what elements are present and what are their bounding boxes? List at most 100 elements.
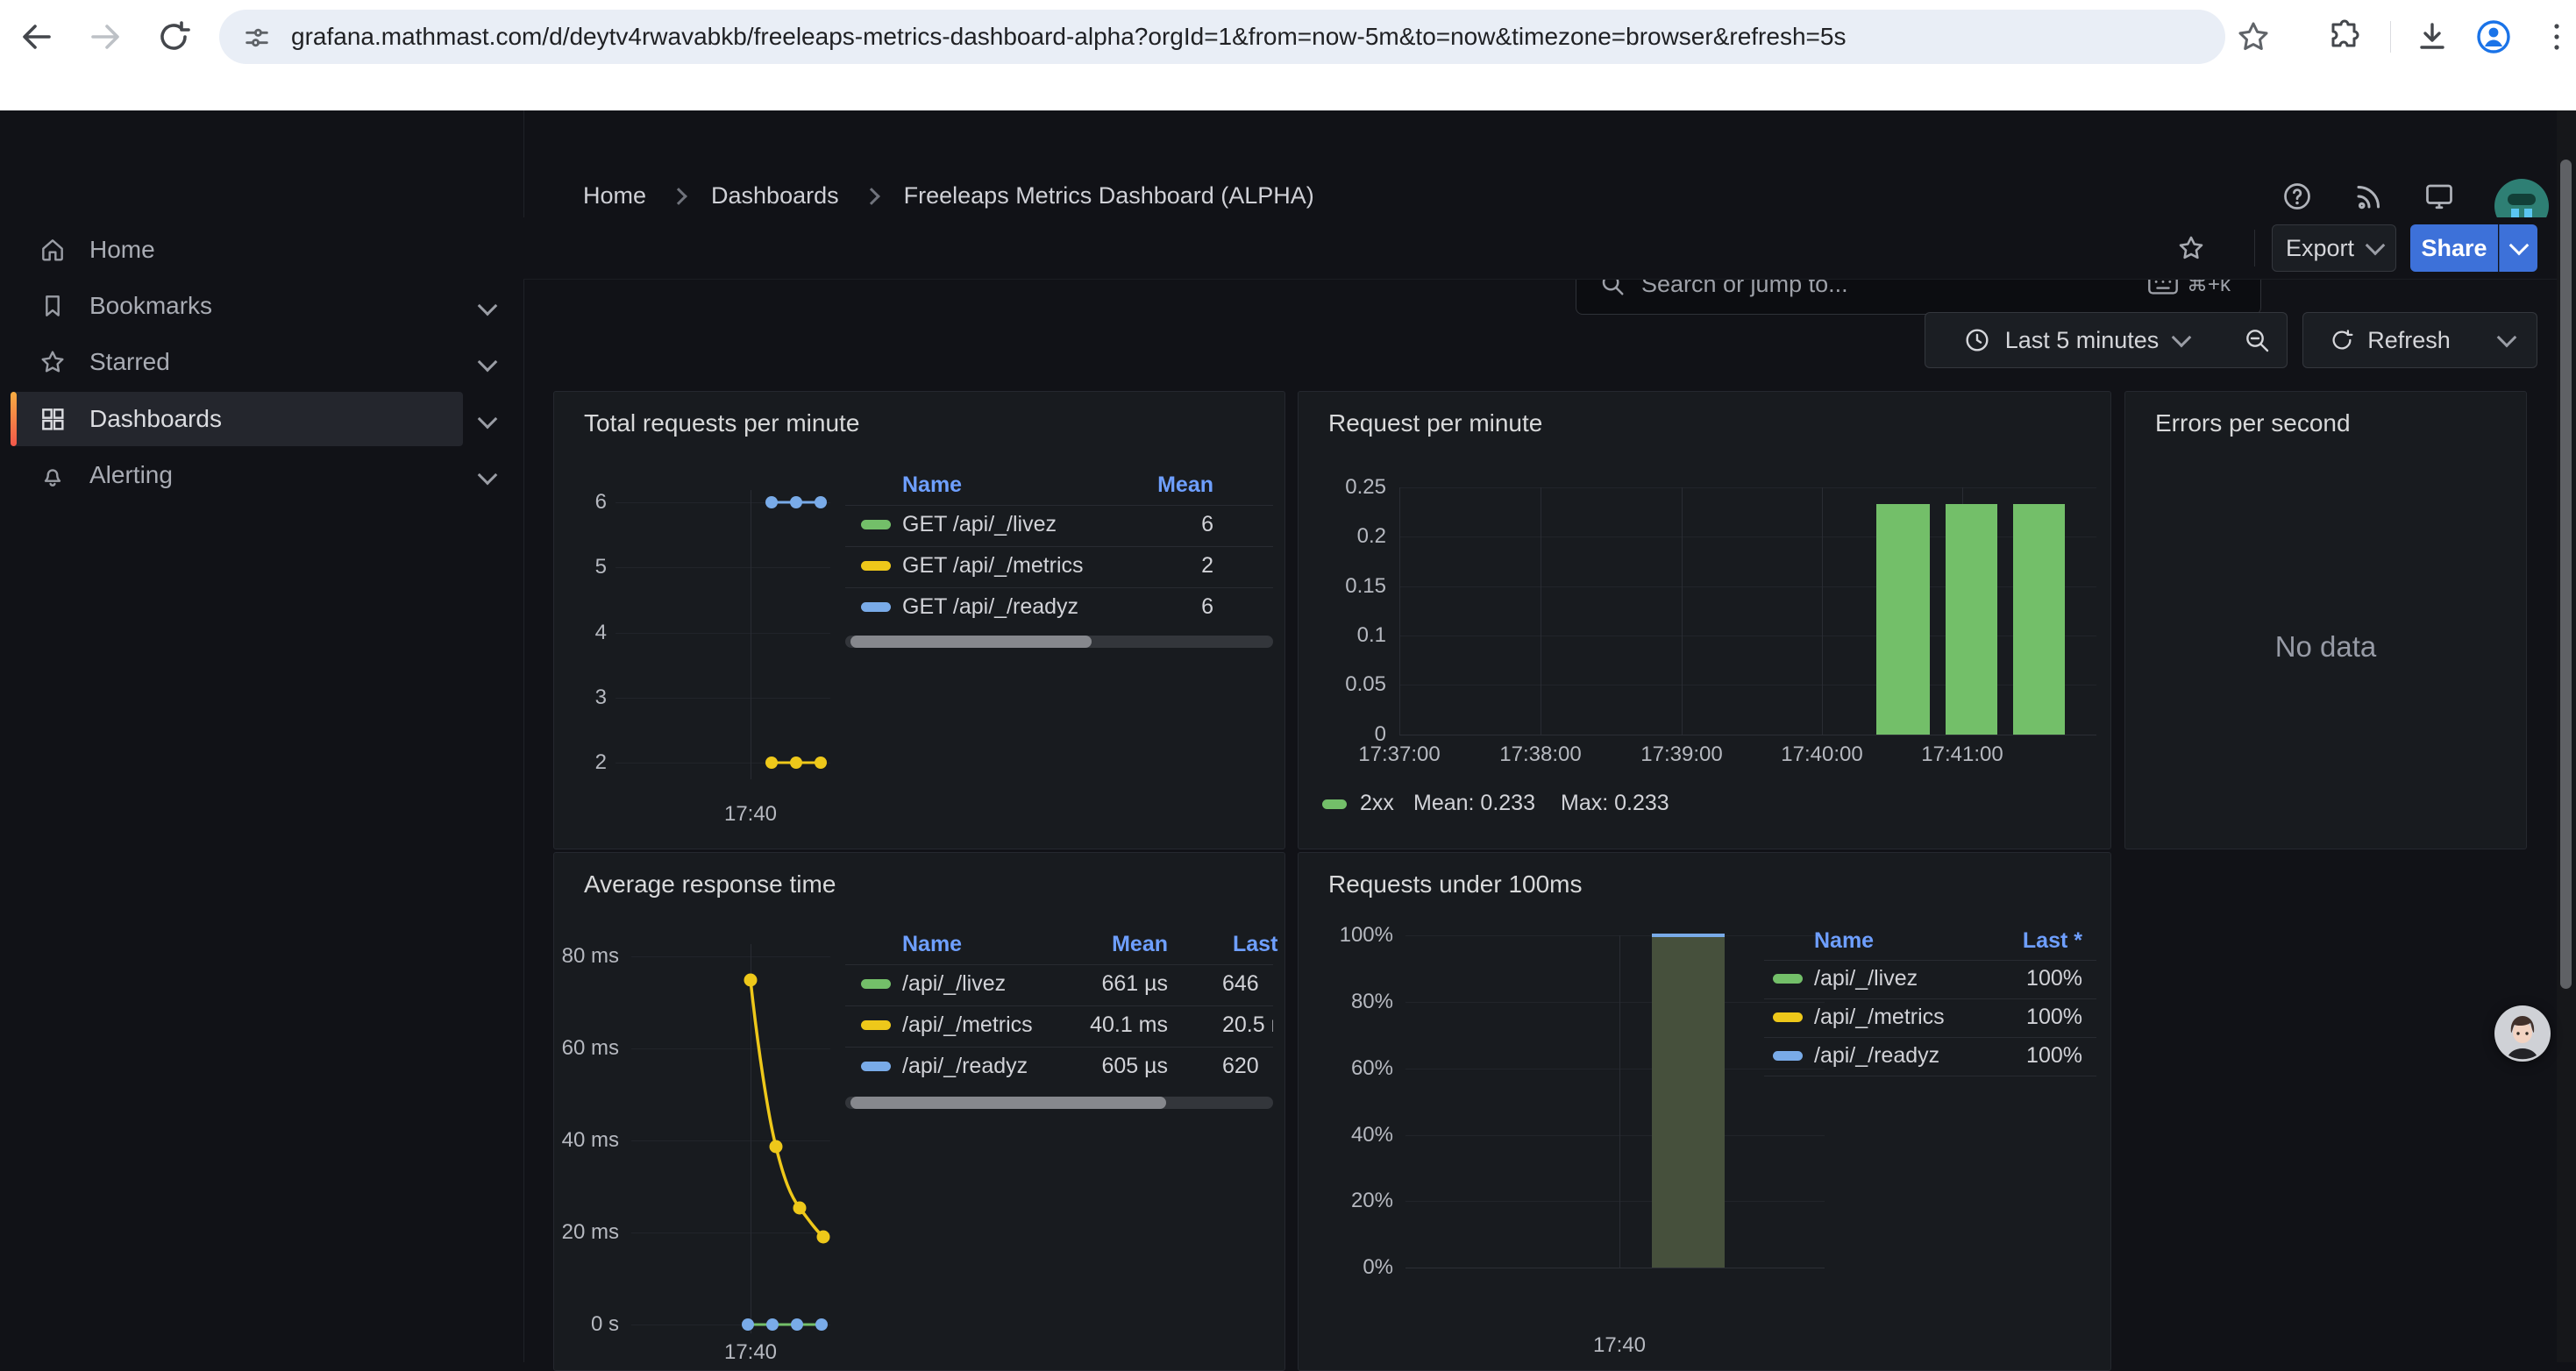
legend-series-mean: 6 — [1064, 594, 1213, 620]
legend-scrollbar-thumb[interactable] — [850, 636, 1092, 648]
bookmark-star-icon[interactable] — [2234, 18, 2273, 56]
series-swatch[interactable] — [861, 979, 891, 989]
gridline — [1682, 487, 1683, 735]
legend-series-name[interactable]: /api/_/readyz — [1814, 1043, 1939, 1069]
time-range-label: Last 5 minutes — [2005, 327, 2160, 354]
legend-col-last[interactable]: Last — [1233, 932, 1278, 957]
page-scrollbar-thumb[interactable] — [2560, 160, 2572, 989]
downloads-icon[interactable] — [2413, 18, 2451, 56]
panel-total-requests[interactable]: Total requests per minute 6 5 4 3 2 17:4… — [553, 391, 1285, 849]
area-fill-100pct[interactable] — [1652, 935, 1725, 1268]
sidebar-item-starred[interactable]: Starred — [0, 335, 523, 389]
refresh-button[interactable]: Refresh — [2302, 312, 2477, 368]
y-tick: 80% — [1299, 990, 1393, 1014]
legend-mean-text: Mean: 0.233 — [1413, 791, 1535, 816]
zoom-out-icon — [2243, 326, 2271, 354]
monitor-icon[interactable] — [2423, 181, 2455, 212]
news-feed-icon[interactable] — [2353, 181, 2385, 212]
url-text[interactable]: grafana.mathmast.com/d/deytv4rwavabkb/fr… — [291, 23, 1846, 51]
y-tick: 0.15 — [1299, 574, 1386, 599]
chevron-down-icon[interactable] — [478, 296, 498, 316]
legend-series-name[interactable]: GET /api/_/readyz — [902, 594, 1078, 620]
assistant-avatar-widget[interactable] — [2494, 1005, 2551, 1062]
legend-series-name[interactable]: /api/_/metrics — [902, 1012, 1033, 1038]
chevron-down-icon[interactable] — [478, 465, 498, 486]
export-button[interactable]: Export — [2272, 224, 2396, 272]
sidebar-item-alerting[interactable]: Alerting — [0, 448, 523, 502]
bar-2xx[interactable] — [1876, 504, 1930, 735]
legend-scrollbar-thumb[interactable] — [850, 1097, 1166, 1109]
series-swatch[interactable] — [1322, 799, 1347, 809]
legend-col-name[interactable]: Name — [902, 472, 962, 498]
series-swatch[interactable] — [861, 1062, 891, 1071]
panel-errors-per-second[interactable]: Errors per second No data — [2124, 391, 2527, 849]
profile-icon[interactable] — [2474, 18, 2513, 56]
chevron-down-icon — [2366, 236, 2386, 256]
divider — [845, 1005, 1273, 1006]
breadcrumb-dashboards[interactable]: Dashboards — [711, 182, 839, 210]
url-bar[interactable]: grafana.mathmast.com/d/deytv4rwavabkb/fr… — [219, 10, 2225, 64]
refresh-interval-dropdown[interactable] — [2476, 312, 2537, 368]
bar-2xx[interactable] — [1946, 504, 1997, 735]
legend-col-name[interactable]: Name — [902, 932, 962, 957]
refresh-icon[interactable] — [154, 18, 193, 56]
series-swatch[interactable] — [1773, 1012, 1803, 1022]
panel-avg-response-time[interactable]: Average response time 80 ms 60 ms 40 ms … — [553, 852, 1285, 1371]
legend-series-last: 20.5 m — [1222, 1012, 1273, 1038]
series-swatch[interactable] — [1773, 1051, 1803, 1061]
series-swatch[interactable] — [861, 602, 891, 612]
chevron-down-icon — [2172, 328, 2192, 348]
x-tick: 17:41:00 — [1892, 742, 2032, 767]
panel-requests-under-100ms[interactable]: Requests under 100ms 100% 80% 60% 40% 20… — [1298, 852, 2111, 1371]
y-tick: 0.1 — [1299, 623, 1386, 648]
legend-col-name[interactable]: Name — [1814, 928, 1874, 954]
series-swatch[interactable] — [861, 561, 891, 571]
legend-series-name[interactable]: 2xx — [1360, 791, 1394, 816]
divider — [1764, 998, 2096, 999]
help-icon[interactable] — [2281, 181, 2313, 212]
legend-col-mean[interactable]: Mean — [1064, 472, 1213, 498]
share-dropdown-button[interactable] — [2499, 224, 2537, 272]
breadcrumb-home[interactable]: Home — [583, 182, 646, 210]
x-tick: 17:38:00 — [1470, 742, 1611, 767]
back-icon[interactable] — [18, 18, 56, 56]
legend-series-name[interactable]: /api/_/readyz — [902, 1054, 1028, 1079]
chevron-down-icon[interactable] — [478, 352, 498, 373]
y-tick: 0.25 — [1299, 475, 1386, 500]
legend-series-name[interactable]: /api/_/livez — [902, 971, 1006, 997]
series-swatch[interactable] — [861, 1020, 891, 1030]
panel-title[interactable]: Requests under 100ms — [1328, 870, 1583, 899]
menu-dots-icon[interactable] — [2537, 18, 2576, 56]
zoom-out-button[interactable] — [2226, 312, 2288, 368]
sidebar-item-bookmarks[interactable]: Bookmarks — [0, 279, 523, 333]
series-swatch[interactable] — [861, 520, 891, 529]
site-settings-icon[interactable] — [242, 23, 272, 53]
sidebar-item-home[interactable]: Home — [0, 223, 523, 277]
page-scrollbar[interactable] — [2557, 110, 2576, 1362]
legend-series-name[interactable]: /api/_/livez — [1814, 966, 1918, 991]
extensions-icon[interactable] — [2325, 18, 2364, 56]
legend-col-last[interactable]: Last * — [1939, 928, 2082, 954]
sidebar-item-dashboards[interactable]: Dashboards — [0, 392, 523, 446]
panel-requests-per-minute[interactable]: Request per minute 0.25 0.2 0.15 0.1 0.0… — [1298, 391, 2111, 849]
panel-title[interactable]: Errors per second — [2155, 409, 2351, 437]
share-button[interactable]: Share — [2410, 224, 2498, 272]
home-icon — [39, 236, 67, 264]
time-range-picker[interactable]: Last 5 minutes — [1925, 312, 2227, 368]
legend-series-name[interactable]: GET /api/_/metrics — [902, 553, 1084, 579]
bar-2xx[interactable] — [2013, 504, 2065, 735]
series-swatch[interactable] — [1773, 974, 1803, 984]
legend-series-mean: 661 µs — [1038, 971, 1168, 997]
breadcrumb: Home Dashboards Freeleaps Metrics Dashbo… — [583, 182, 1314, 210]
no-data-message: No data — [2125, 630, 2526, 664]
sidebar-item-label: Dashboards — [89, 405, 222, 433]
chevron-down-icon — [2508, 236, 2529, 256]
legend-series-name[interactable]: GET /api/_/livez — [902, 512, 1057, 537]
legend-col-mean[interactable]: Mean — [1038, 932, 1168, 957]
gridline — [1405, 1135, 1825, 1136]
chevron-down-icon[interactable] — [478, 409, 498, 430]
sidebar: Home Bookmarks Starred Dashboards Alerti… — [0, 110, 524, 1362]
panel-title[interactable]: Request per minute — [1328, 409, 1542, 437]
favorite-star-icon[interactable] — [2176, 233, 2206, 263]
legend-series-name[interactable]: /api/_/metrics — [1814, 1005, 1945, 1030]
